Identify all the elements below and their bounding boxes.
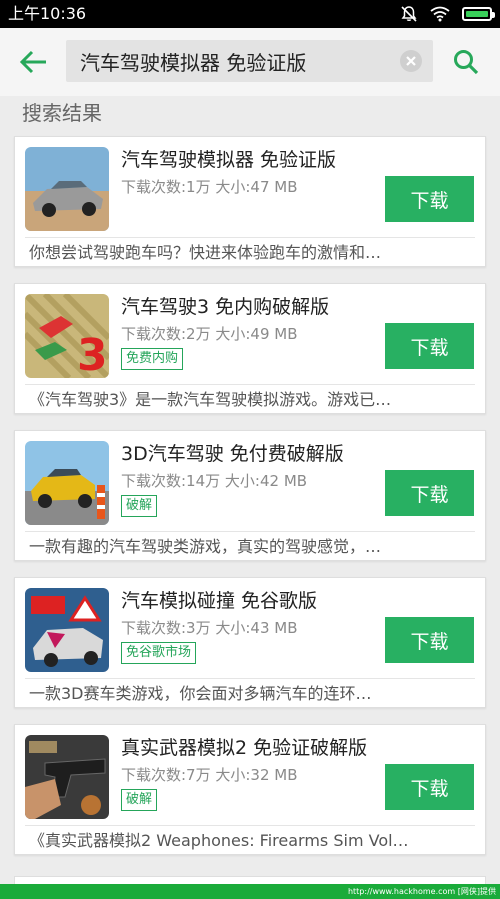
download-button[interactable]: 下载	[385, 617, 474, 663]
app-meta: 下载次数:3万 大小:43 MB	[121, 619, 298, 637]
app-name: 汽车驾驶3 免内购破解版	[121, 296, 330, 318]
app-thumbnail	[25, 588, 109, 672]
app-card[interactable]: 3D汽车驾驶 免付费破解版 下载次数:14万 大小:42 MB 破解 下载 一款…	[14, 430, 486, 561]
card-divider	[25, 825, 475, 826]
battery-fill	[466, 11, 488, 17]
back-arrow-icon[interactable]	[18, 46, 50, 78]
search-input[interactable]	[66, 40, 396, 82]
app-thumbnail: 3	[25, 294, 109, 378]
svg-text:3: 3	[77, 330, 108, 378]
app-thumbnail	[25, 441, 109, 525]
app-description: 你想尝试驾驶跑车吗？快进来体验跑车的激情和…	[29, 243, 382, 262]
bottom-watermark-bar: http://www.hackhome.com [网侠]提供	[0, 884, 500, 899]
download-button[interactable]: 下载	[385, 323, 474, 369]
status-bar: 上午10:36	[0, 0, 500, 28]
app-card[interactable]: 3 汽车驾驶3 免内购破解版 下载次数:2万 大小:49 MB 免费内购 下载 …	[14, 283, 486, 414]
app-name: 真实武器模拟2 免验证破解版	[121, 737, 368, 759]
search-box	[66, 40, 433, 82]
card-divider	[25, 237, 475, 238]
app-description: 《真实武器模拟2 Weaphones: Firearms Sim Vol…	[29, 831, 409, 850]
app-thumbnail	[25, 735, 109, 819]
app-description: 一款3D赛车类游戏，你会面对多辆汽车的连环…	[29, 684, 372, 703]
app-meta: 下载次数:1万 大小:47 MB	[121, 178, 298, 196]
download-button[interactable]: 下载	[385, 176, 474, 222]
clear-icon[interactable]	[399, 49, 423, 73]
app-card[interactable]: 真实武器模拟2 免验证破解版 下载次数:7万 大小:32 MB 破解 下载 《真…	[14, 724, 486, 855]
app-meta: 下载次数:14万 大小:42 MB	[121, 472, 308, 490]
app-description: 一款有趣的汽车驾驶类游戏，真实的驾驶感觉，…	[29, 537, 382, 556]
download-button[interactable]: 下载	[385, 470, 474, 516]
app-name: 汽车驾驶模拟器 免验证版	[121, 149, 337, 171]
app-card[interactable]: 汽车模拟碰撞 免谷歌版 下载次数:3万 大小:43 MB 免谷歌市场 下载 一款…	[14, 577, 486, 708]
card-divider	[25, 678, 475, 679]
card-divider	[25, 531, 475, 532]
search-toolbar	[0, 28, 500, 96]
app-badge: 破解	[121, 789, 158, 811]
app-name: 3D汽车驾驶 免付费破解版	[121, 443, 344, 465]
wifi-icon	[430, 6, 450, 22]
bell-muted-icon	[401, 6, 417, 22]
app-meta: 下载次数:7万 大小:32 MB	[121, 766, 298, 784]
app-meta: 下载次数:2万 大小:49 MB	[121, 325, 298, 343]
card-divider	[25, 384, 475, 385]
watermark-text: http://www.hackhome.com [网侠]提供	[347, 887, 496, 896]
download-button[interactable]: 下载	[385, 764, 474, 810]
app-badge: 免谷歌市场	[121, 642, 197, 664]
app-card[interactable]: 汽车驾驶模拟器 免验证版 下载次数:1万 大小:47 MB 下载 你想尝试驾驶跑…	[14, 136, 486, 267]
status-time: 上午10:36	[8, 4, 87, 23]
app-name: 汽车模拟碰撞 免谷歌版	[121, 590, 318, 612]
battery-icon	[462, 7, 495, 21]
section-title: 搜索结果	[22, 101, 102, 125]
app-badge: 破解	[121, 495, 158, 517]
app-description: 《汽车驾驶3》是一款汽车驾驶模拟游戏。游戏已…	[29, 390, 392, 409]
search-icon[interactable]	[452, 48, 480, 76]
status-icons	[400, 5, 495, 23]
app-badge: 免费内购	[121, 348, 184, 370]
app-thumbnail	[25, 147, 109, 231]
